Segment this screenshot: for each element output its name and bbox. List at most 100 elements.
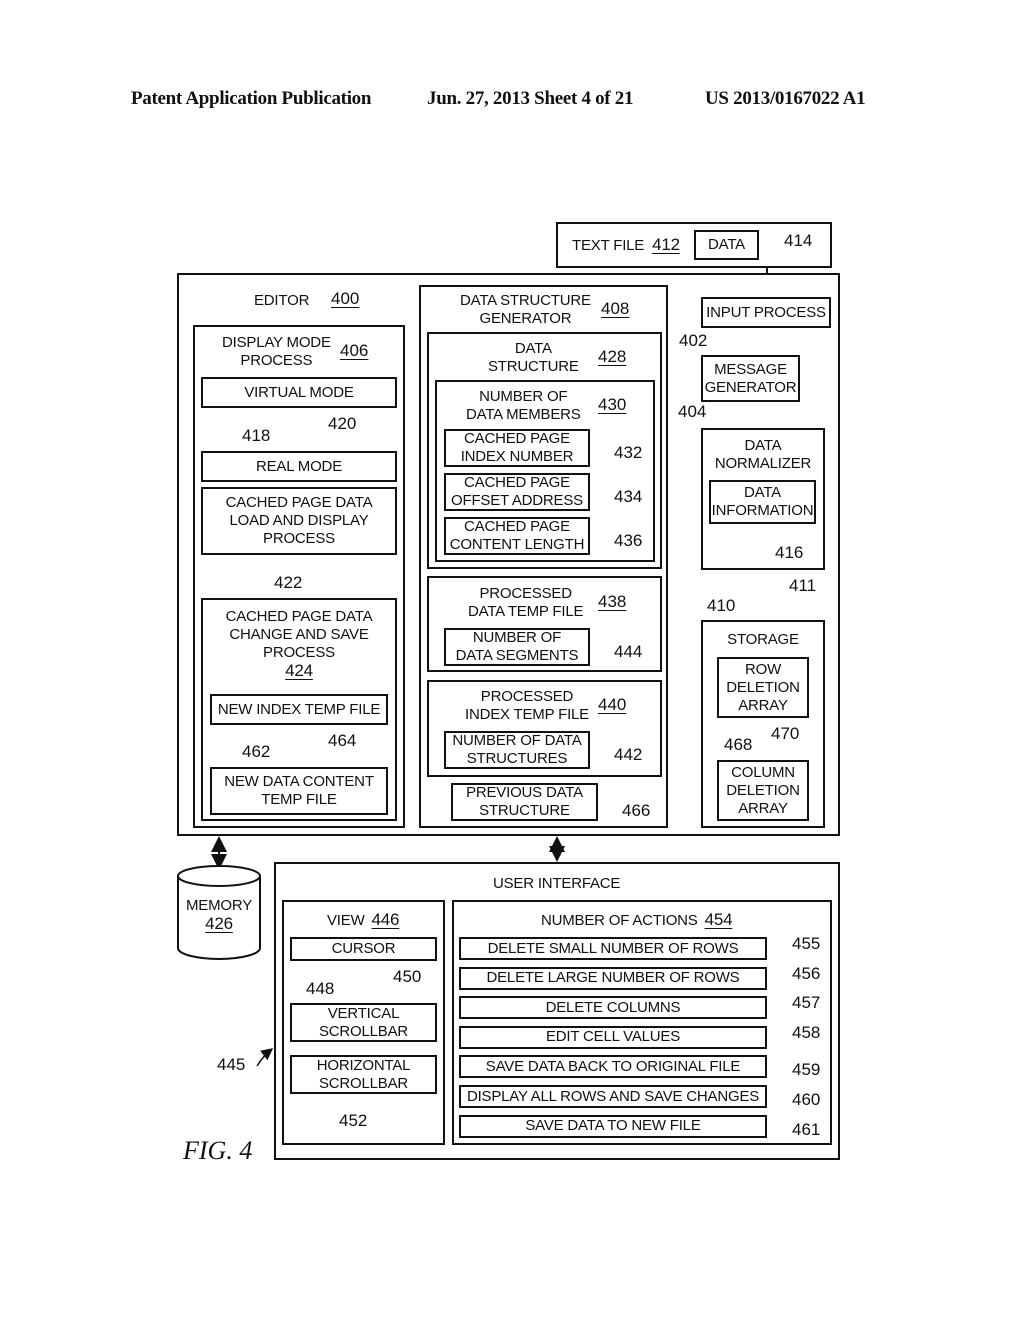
- data-structures-ref: 442: [614, 745, 643, 764]
- user-interface-label: USER INTERFACE: [493, 875, 621, 892]
- col-line2: DELETION: [726, 781, 800, 799]
- member-1-ref: 434: [614, 487, 643, 506]
- number-of-data-structures-box: NUMBER OF DATA STRUCTURES: [444, 731, 590, 769]
- generator-ref: 408: [601, 299, 630, 318]
- new-content-temp-ref: 464: [328, 731, 357, 750]
- arrow-411-ref: 411: [789, 576, 817, 595]
- load-line1: CACHED PAGE DATA: [225, 494, 373, 511]
- member-0-line2: INDEX NUMBER: [460, 448, 574, 465]
- actions-label-text: NUMBER OF ACTIONS: [541, 912, 698, 929]
- vertical-scrollbar-box[interactable]: VERTICAL SCROLLBAR: [290, 1003, 437, 1042]
- change-line1: CACHED PAGE DATA: [225, 608, 373, 625]
- col-line3: ARRAY: [738, 799, 788, 817]
- member-2-line1: CACHED PAGE: [464, 518, 570, 535]
- processed-index-temp-label: PROCESSED INDEX TEMP FILE: [465, 688, 589, 724]
- memory-ref: 426: [205, 914, 233, 933]
- action-item-ref: 458: [792, 1022, 821, 1042]
- info-line2: INFORMATION: [711, 502, 814, 519]
- action-item-ref: 456: [792, 963, 821, 983]
- actions-ref: 454: [704, 910, 733, 929]
- action-item[interactable]: DELETE SMALL NUMBER OF ROWS: [459, 937, 767, 960]
- previous-data-structure-box: PREVIOUS DATA STRUCTURE: [451, 783, 598, 821]
- display-mode-label: DISPLAY MODE PROCESS: [222, 334, 331, 370]
- vscroll-line2: SCROLLBAR: [318, 1022, 409, 1040]
- new-index-temp-file-box: NEW INDEX TEMP FILE: [210, 694, 388, 725]
- figure-label: FIG. 4: [183, 1136, 253, 1165]
- member-1-line1: CACHED PAGE: [464, 474, 570, 491]
- message-generator-ref: 404: [678, 402, 707, 421]
- segments-line2: DATA SEGMENTS: [455, 647, 579, 664]
- generator-line2: GENERATOR: [479, 310, 572, 327]
- text-file-label-text: TEXT FILE: [572, 237, 645, 254]
- data-members-ref: 430: [598, 395, 627, 414]
- processed-data-temp-label: PROCESSED DATA TEMP FILE: [468, 585, 583, 621]
- action-item-label: EDIT CELL VALUES: [545, 1028, 681, 1046]
- new-index-temp-ref: 462: [242, 742, 271, 761]
- normalizer-line2: NORMALIZER: [714, 455, 812, 472]
- row-line3: ARRAY: [738, 696, 788, 714]
- horizontal-scrollbar-ref: 452: [339, 1111, 368, 1130]
- real-mode-ref: 420: [328, 414, 357, 433]
- change-line2: CHANGE AND SAVE: [229, 626, 369, 643]
- structures-line1: NUMBER OF DATA: [452, 732, 582, 749]
- cursor-box: CURSOR: [290, 937, 437, 961]
- input-process-ref: 402: [679, 331, 708, 350]
- row-deletion-array-box: ROW DELETION ARRAY: [717, 657, 809, 718]
- action-item[interactable]: DELETE COLUMNS: [459, 996, 767, 1020]
- segments-line1: NUMBER OF: [472, 629, 562, 646]
- message-line2: GENERATOR: [704, 378, 797, 396]
- action-item-ref: 455: [792, 934, 821, 953]
- col-line1: COLUMN: [731, 763, 795, 781]
- actions-label: NUMBER OF ACTIONS 454: [541, 910, 733, 930]
- data-structure-line1: DATA: [514, 340, 552, 357]
- cursor-label: CURSOR: [331, 940, 396, 957]
- action-item-ref: 457: [792, 993, 821, 1013]
- new-index-temp-file-label: NEW INDEX TEMP FILE: [217, 700, 381, 718]
- data-structure-label: DATA STRUCTURE: [488, 340, 579, 376]
- previous-line1: PREVIOUS DATA: [466, 784, 583, 801]
- display-mode-line1: DISPLAY MODE: [222, 334, 331, 351]
- message-line1: MESSAGE: [714, 360, 787, 378]
- member-0-ref: 432: [614, 443, 643, 462]
- data-box: DATA: [694, 230, 759, 260]
- load-line2: LOAD AND DISPLAY: [229, 512, 369, 529]
- load-line3: PROCESS: [263, 530, 335, 547]
- cursor-ref: 448: [306, 979, 335, 998]
- data-information-ref: 416: [775, 543, 804, 562]
- new-content-line1: NEW DATA CONTENT: [224, 773, 374, 790]
- storage-label: STORAGE: [727, 631, 799, 648]
- action-item-label: DELETE LARGE NUMBER OF ROWS: [486, 969, 740, 987]
- input-process-box: INPUT PROCESS: [701, 297, 831, 328]
- column-deletion-ref: 470: [771, 724, 800, 743]
- change-save-ref: 424: [285, 661, 313, 680]
- data-normalizer-label: DATA NORMALIZER: [701, 437, 825, 473]
- action-item[interactable]: DELETE LARGE NUMBER OF ROWS: [459, 966, 767, 990]
- index-temp-line1: PROCESSED: [480, 688, 574, 705]
- member-1-line2: OFFSET ADDRESS: [451, 492, 583, 509]
- message-generator-box: MESSAGE GENERATOR: [701, 355, 800, 402]
- action-item-label: SAVE DATA TO NEW FILE: [525, 1117, 701, 1135]
- action-item-label: DELETE SMALL NUMBER OF ROWS: [487, 939, 739, 957]
- publication-date-sheet: Jun. 27, 2013 Sheet 4 of 21: [427, 88, 634, 109]
- action-item[interactable]: EDIT CELL VALUES: [459, 1025, 767, 1049]
- action-item-label: DISPLAY ALL ROWS AND SAVE CHANGES: [466, 1087, 760, 1105]
- change-line3: PROCESS: [263, 644, 335, 661]
- horizontal-scrollbar-box[interactable]: HORIZONTAL SCROLLBAR: [290, 1055, 437, 1094]
- new-content-line2: TEMP FILE: [261, 791, 337, 808]
- memory-label-text: MEMORY: [185, 897, 253, 914]
- action-item[interactable]: SAVE DATA BACK TO ORIGINAL FILE: [459, 1055, 767, 1079]
- action-item-ref: 461: [792, 1119, 821, 1139]
- structures-line2: STRUCTURES: [466, 750, 568, 767]
- normalizer-line1: DATA: [744, 437, 782, 454]
- member-2-line2: CONTENT LENGTH: [449, 536, 585, 553]
- action-item[interactable]: SAVE DATA TO NEW FILE: [459, 1114, 767, 1138]
- action-item[interactable]: DISPLAY ALL ROWS AND SAVE CHANGES: [459, 1085, 767, 1108]
- display-mode-line2: PROCESS: [240, 352, 313, 369]
- real-mode-box: REAL MODE: [201, 451, 397, 482]
- hscroll-line2: SCROLLBAR: [318, 1074, 409, 1092]
- action-item-label: DELETE COLUMNS: [545, 998, 681, 1016]
- real-mode-label: REAL MODE: [256, 457, 342, 475]
- cached-page-index-number-box: CACHED PAGE INDEX NUMBER: [444, 429, 590, 467]
- action-item-ref: 459: [792, 1060, 821, 1080]
- data-temp-line1: PROCESSED: [479, 585, 572, 602]
